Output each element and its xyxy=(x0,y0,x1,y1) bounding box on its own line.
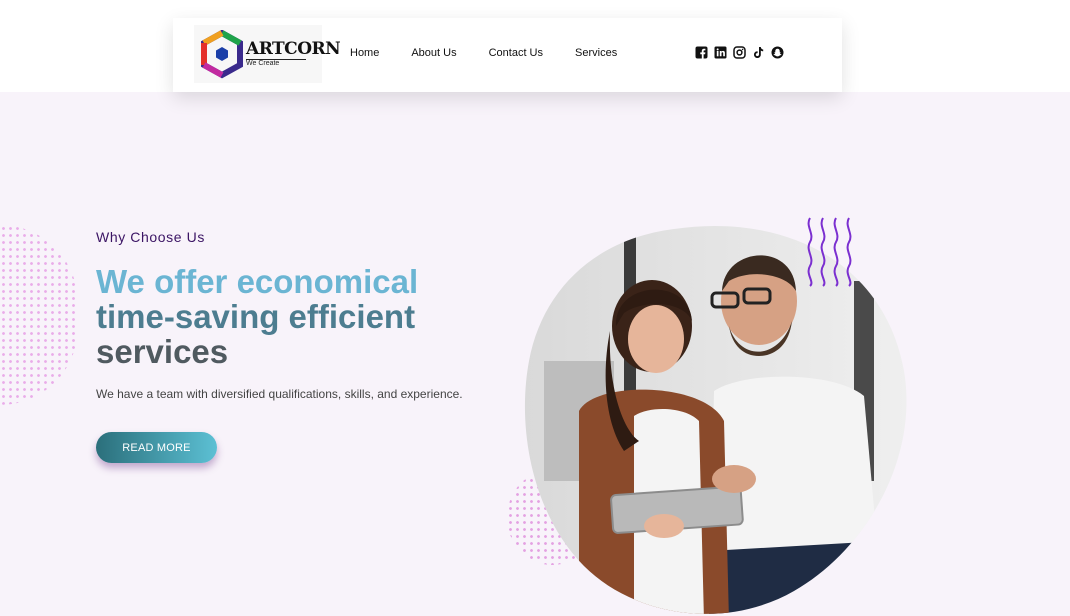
logo-name: ARTCORN xyxy=(246,39,341,59)
decorative-waves xyxy=(807,217,852,287)
headline-line-2: time-saving efficient xyxy=(96,298,416,335)
social-links xyxy=(695,46,784,59)
tiktok-icon[interactable] xyxy=(752,46,765,59)
headline-line-1: We offer economical xyxy=(96,263,419,300)
logo[interactable]: ARTCORN We Create xyxy=(194,25,341,83)
read-more-button[interactable]: READ MORE xyxy=(96,432,217,463)
facebook-icon[interactable] xyxy=(695,46,708,59)
logo-hexagon-icon xyxy=(201,30,243,79)
nav-contact-us[interactable]: Contact Us xyxy=(489,47,543,63)
headline-line-3: services xyxy=(96,333,229,370)
hero-headline: We offer economical time-saving efficien… xyxy=(96,264,496,369)
snapchat-icon[interactable] xyxy=(771,46,784,59)
navbar: ARTCORN We Create Home About Us Contact … xyxy=(173,18,842,92)
linkedin-icon[interactable] xyxy=(714,46,727,59)
nav-about-us[interactable]: About Us xyxy=(411,47,456,63)
hero-section: Why Choose Us We offer economical time-s… xyxy=(0,92,1070,616)
main-nav: Home About Us Contact Us Services xyxy=(350,47,649,63)
logo-tagline: We Create xyxy=(246,59,306,67)
nav-services[interactable]: Services xyxy=(575,47,617,63)
instagram-icon[interactable] xyxy=(733,46,746,59)
hero-subtext: We have a team with diversified qualific… xyxy=(96,387,463,401)
section-eyebrow: Why Choose Us xyxy=(96,229,205,245)
nav-home[interactable]: Home xyxy=(350,47,379,63)
decorative-dots-left xyxy=(0,225,78,405)
